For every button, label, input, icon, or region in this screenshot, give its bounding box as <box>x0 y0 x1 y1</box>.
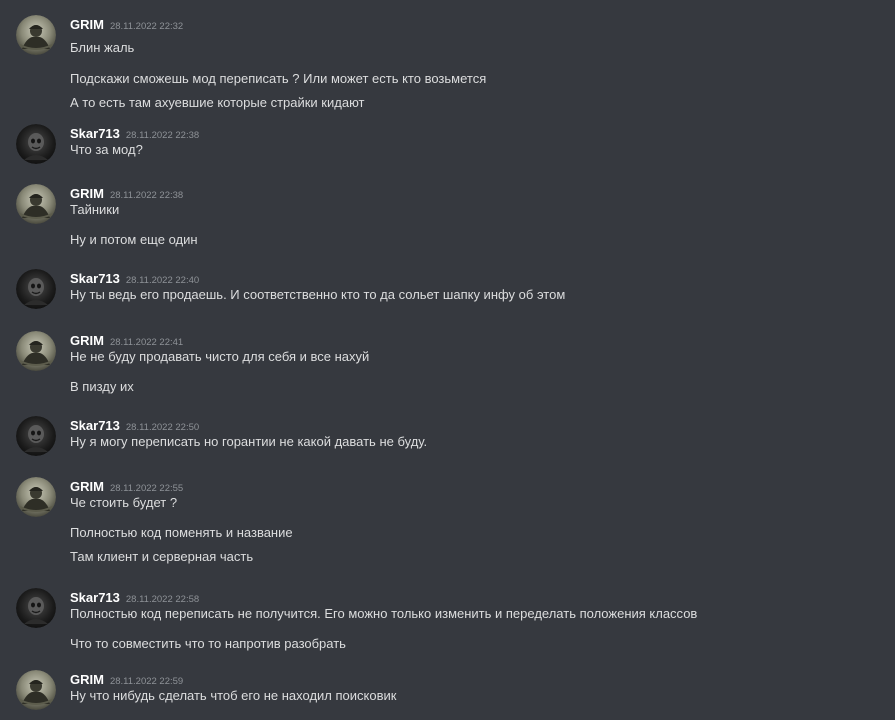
message-text: Не не буду продавать чисто для себя и вс… <box>70 349 370 364</box>
skar713-avatar-icon[interactable] <box>16 588 56 628</box>
author-name[interactable]: GRIM <box>70 17 104 32</box>
author-name[interactable]: GRIM <box>70 479 104 494</box>
message-text: Ну и потом еще один <box>70 232 198 247</box>
skar713-avatar-icon[interactable] <box>16 416 56 456</box>
message-text: Блин жаль <box>70 40 135 55</box>
grim-avatar-icon[interactable] <box>16 477 56 517</box>
skar713-avatar-icon[interactable] <box>16 124 56 164</box>
author-name[interactable]: GRIM <box>70 333 104 348</box>
message-text: Что за мод? <box>70 142 143 157</box>
message-text: Полностью код поменять и название <box>70 525 293 540</box>
chat-message-list: GRIM 28.11.2022 22:32 Блин жаль Подскажи см… <box>0 0 895 720</box>
author-name[interactable]: GRIM <box>70 186 104 201</box>
message-text: Ну что нибудь сделать чтоб его не находи… <box>70 688 397 703</box>
message-timestamp: 28.11.2022 22:38 <box>109 190 184 201</box>
message-timestamp: 28.11.2022 22:32 <box>109 21 184 32</box>
message-text: Тайники <box>70 202 120 217</box>
message-text: А то есть там ахуевшие которые страйки к… <box>70 95 365 110</box>
grim-avatar-icon[interactable] <box>16 331 56 371</box>
author-name[interactable]: Skar713 <box>70 418 120 433</box>
author-name[interactable]: Skar713 <box>70 271 120 286</box>
message-text: Подскажи сможешь мод переписать ? Или мо… <box>70 71 487 86</box>
message-text: Полностью код переписать не получится. Е… <box>70 606 698 621</box>
message-text: Что то совместить что то напротив разобр… <box>70 636 346 651</box>
author-name[interactable]: Skar713 <box>70 590 120 605</box>
message-text: Че стоить будет ? <box>70 495 178 510</box>
skar713-avatar-icon[interactable] <box>16 269 56 309</box>
author-name[interactable]: Skar713 <box>70 126 120 141</box>
message-text: В пизду их <box>70 379 134 394</box>
message-header: GRIM 28.11.2022 22:32 <box>70 15 183 35</box>
grim-avatar-icon[interactable] <box>16 15 56 55</box>
author-name[interactable]: GRIM <box>70 672 104 687</box>
message-text: Ну ты ведь его продаешь. И соответственн… <box>70 287 566 302</box>
message-text: Там клиент и серверная часть <box>70 549 254 564</box>
message-text: Ну я могу переписать но горантии не како… <box>70 434 428 449</box>
grim-avatar-icon[interactable] <box>16 670 56 710</box>
grim-avatar-icon[interactable] <box>16 184 56 224</box>
